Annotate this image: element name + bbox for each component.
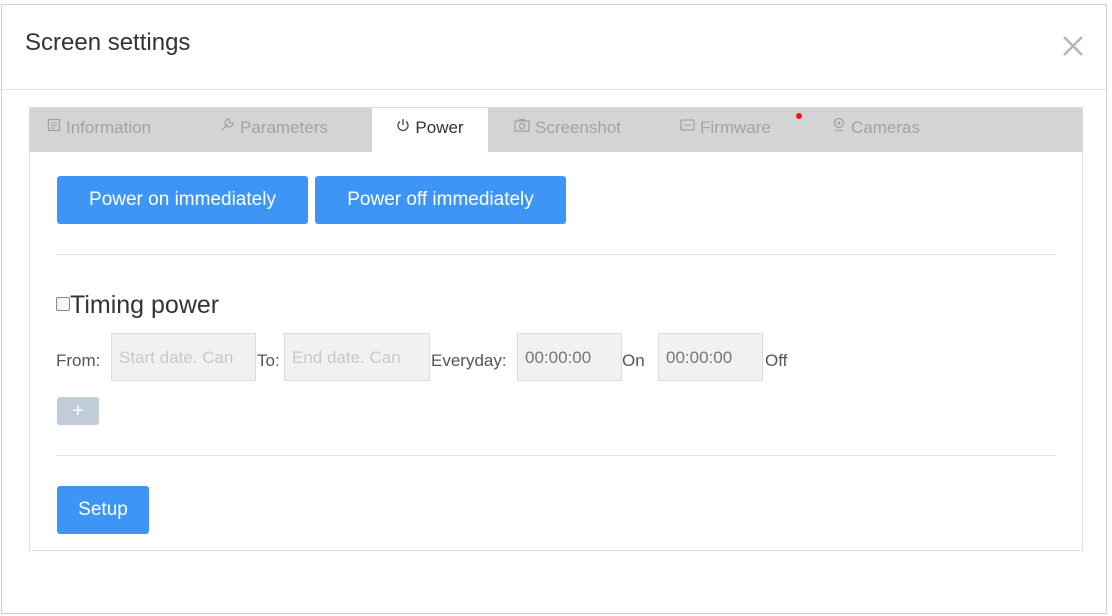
tab-cameras[interactable]: Cameras	[832, 108, 920, 152]
timing-power-toggle[interactable]: Timing power	[56, 291, 219, 320]
start-date-input[interactable]: Start date. Can	[111, 333, 256, 381]
screen-settings-dialog: Screen settings Information Parameters P…	[1, 4, 1107, 614]
power-on-button[interactable]: Power on immediately	[57, 176, 308, 224]
close-icon[interactable]	[1058, 31, 1088, 61]
on-label: On	[622, 351, 645, 370]
tab-label: Parameters	[240, 118, 328, 137]
tab-power[interactable]: Power	[372, 108, 488, 154]
tab-firmware[interactable]: Firmware	[680, 108, 771, 152]
tab-label: Screenshot	[535, 118, 621, 137]
add-schedule-button[interactable]: +	[57, 397, 99, 425]
information-icon	[47, 107, 61, 147]
dialog-header: Screen settings	[2, 5, 1106, 90]
camera-icon	[514, 107, 530, 147]
dialog-title: Screen settings	[25, 29, 191, 56]
setup-button[interactable]: Setup	[57, 486, 149, 534]
tab-bar: Information Parameters Power Screenshot	[30, 108, 1082, 154]
tab-screenshot[interactable]: Screenshot	[514, 108, 621, 152]
divider	[56, 455, 1056, 456]
end-date-input[interactable]: End date. Can	[284, 333, 430, 381]
tab-label: Power	[415, 118, 464, 137]
settings-panel: Information Parameters Power Screenshot	[29, 107, 1083, 551]
timing-power-checkbox[interactable]	[56, 296, 70, 311]
power-icon	[396, 107, 410, 147]
divider	[56, 254, 1056, 255]
firmware-icon	[680, 107, 695, 147]
off-label: Off	[765, 351, 788, 370]
everyday-label: Everyday:	[431, 351, 507, 370]
tab-label: Firmware	[700, 118, 771, 137]
power-on-time-input[interactable]: 00:00:00	[517, 333, 622, 381]
tab-parameters[interactable]: Parameters	[220, 108, 328, 152]
tab-information[interactable]: Information	[47, 108, 151, 152]
firmware-notification-badge	[796, 113, 802, 119]
from-label: From:	[56, 351, 101, 370]
webcam-icon	[832, 107, 846, 147]
timing-power-label: Timing power	[70, 291, 220, 319]
to-label: To:	[257, 351, 280, 370]
power-off-button[interactable]: Power off immediately	[315, 176, 566, 224]
tab-label: Cameras	[851, 118, 920, 137]
tab-label: Information	[66, 118, 152, 137]
power-off-time-input[interactable]: 00:00:00	[658, 333, 763, 381]
parameters-icon	[220, 107, 235, 147]
